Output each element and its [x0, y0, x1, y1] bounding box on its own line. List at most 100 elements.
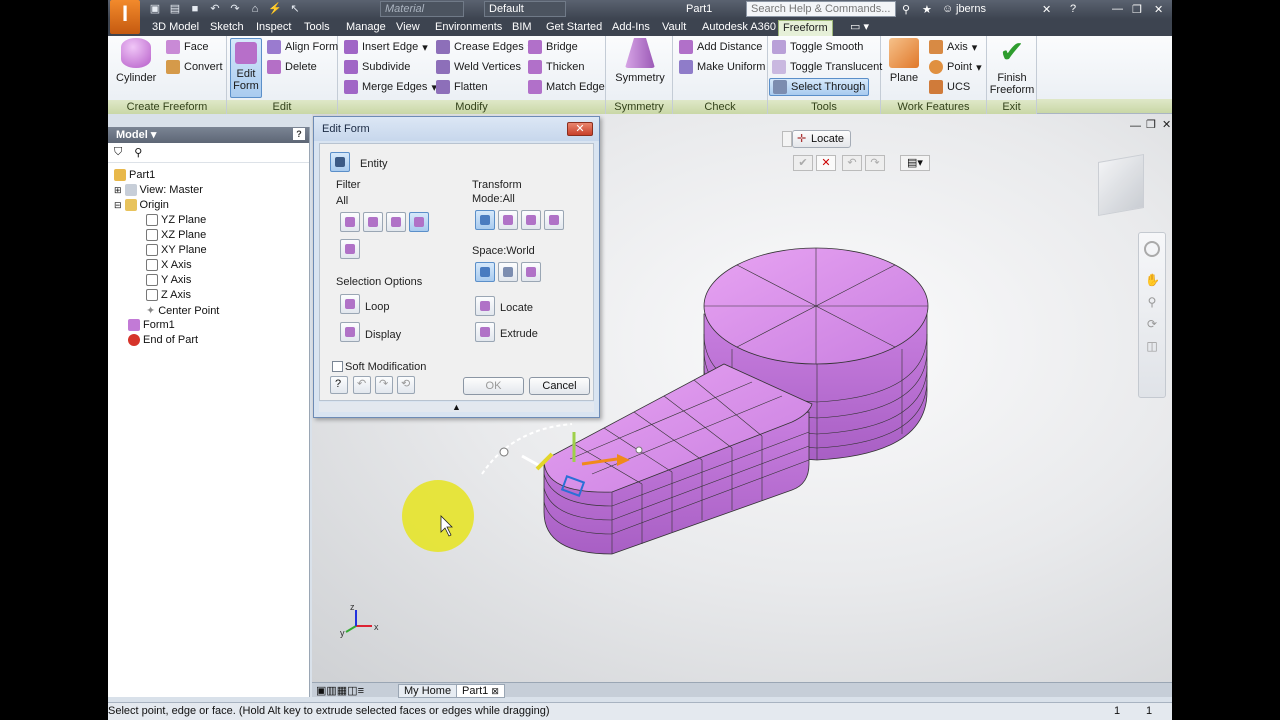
binoculars-icon[interactable]: ⚲	[902, 3, 910, 16]
tab-3d-model[interactable]: 3D Model	[148, 20, 203, 36]
filter-icon[interactable]: ⛉	[114, 146, 122, 159]
mode-rotate-button[interactable]	[521, 210, 541, 230]
dialog-help-button[interactable]: ?	[330, 376, 348, 394]
cylinder-button[interactable]: Cylinder	[116, 38, 156, 84]
undo-icon[interactable]: ↶	[842, 155, 862, 171]
add-distance-button[interactable]: Add Distance	[679, 38, 762, 56]
tab-my-home[interactable]: My Home	[398, 684, 458, 698]
orbit-icon[interactable]: ⟳	[1145, 317, 1159, 331]
dialog-close-button[interactable]: ✕	[567, 122, 593, 136]
close-window-icon[interactable]: ✕	[1154, 3, 1163, 16]
tab-sketch[interactable]: Sketch	[206, 20, 248, 36]
axis-button[interactable]: Axis ▾	[929, 38, 977, 56]
tab-freeform[interactable]: Freeform	[778, 20, 833, 36]
insert-edge-button[interactable]: Insert Edge ▾	[344, 38, 428, 56]
tree-item-end-of-part[interactable]: End of Part	[128, 334, 198, 346]
filter-body-button[interactable]	[409, 212, 429, 232]
ok-button[interactable]: OK	[463, 377, 524, 395]
weld-vertices-button[interactable]: Weld Vertices	[436, 58, 521, 76]
cancel-button[interactable]: Cancel	[529, 377, 590, 395]
zoom-icon[interactable]: ⚲	[1145, 295, 1159, 309]
tree-item-xy-plane[interactable]: XY Plane	[146, 244, 207, 256]
mode-all-button[interactable]	[475, 210, 495, 230]
mini-toolbar-grip[interactable]	[782, 131, 792, 147]
tree-item-origin[interactable]: ⊟ Origin	[114, 199, 169, 211]
minimize-icon[interactable]: —	[1112, 3, 1123, 15]
tab-add-ins[interactable]: Add-Ins	[608, 20, 654, 36]
convert-button[interactable]: Convert	[166, 58, 223, 76]
tab-manage[interactable]: Manage	[342, 20, 390, 36]
mode-translate-button[interactable]	[498, 210, 518, 230]
redo-icon[interactable]: ↷	[228, 2, 242, 16]
match-edge-button[interactable]: Match Edge	[528, 78, 605, 96]
space-world-button[interactable]	[475, 262, 495, 282]
pan-icon[interactable]: ✋	[1145, 273, 1160, 287]
appearance-dropdown[interactable]: Default	[484, 1, 566, 17]
tree-item-z-axis[interactable]: Z Axis	[146, 289, 191, 301]
symmetry-button[interactable]: Symmetry	[612, 38, 668, 84]
expand-icon[interactable]: ⊞	[114, 185, 122, 196]
look-at-icon[interactable]: ◫	[1145, 339, 1159, 353]
tree-item-y-axis[interactable]: Y Axis	[146, 274, 191, 286]
space-local-button[interactable]	[521, 262, 541, 282]
help-icon[interactable]: ?	[1070, 3, 1076, 15]
help-icon[interactable]: ?	[293, 128, 305, 140]
tree-item-yz-plane[interactable]: YZ Plane	[146, 214, 206, 226]
make-uniform-button[interactable]: Make Uniform	[679, 58, 765, 76]
viewport-restore-icon[interactable]: ❐	[1146, 118, 1156, 131]
tab-options-icon[interactable]: ▭ ▾	[846, 20, 873, 36]
app-logo[interactable]: I	[110, 0, 140, 34]
thicken-button[interactable]: Thicken	[528, 58, 585, 76]
viewport-close-icon[interactable]: ✕	[1162, 118, 1171, 131]
locate-button[interactable]: ✛ Locate	[792, 130, 852, 148]
bridge-button[interactable]: Bridge	[528, 38, 578, 56]
new-icon[interactable]: ▣	[148, 2, 162, 16]
dialog-redo-button[interactable]: ↷	[375, 376, 393, 394]
user-name[interactable]: jberns	[956, 3, 986, 15]
tab-inspect[interactable]: Inspect	[252, 20, 295, 36]
finish-freeform-button[interactable]: ✔ Finish Freeform	[989, 38, 1035, 97]
merge-edges-button[interactable]: Merge Edges ▾	[344, 78, 437, 96]
locate-option-button[interactable]	[475, 296, 495, 316]
model-browser-header[interactable]: Model ▾ ?	[108, 127, 309, 143]
select-icon[interactable]: ↖	[288, 2, 302, 16]
steering-wheel-icon[interactable]	[1144, 241, 1160, 257]
crease-edges-button[interactable]: Crease Edges ▾	[436, 38, 533, 56]
help-search-input[interactable]: Search Help & Commands...	[746, 1, 896, 17]
options-dropdown-icon[interactable]: ▤▾	[900, 155, 930, 171]
tab-view[interactable]: View	[392, 20, 424, 36]
filter-vertex-button[interactable]	[340, 212, 360, 232]
tab-get-started[interactable]: Get Started	[542, 20, 606, 36]
delete-button[interactable]: Delete	[267, 58, 317, 76]
viewport-minimize-icon[interactable]: —	[1130, 120, 1141, 132]
soft-modification-checkbox[interactable]	[332, 361, 343, 372]
filter-edge-button[interactable]	[363, 212, 383, 232]
tab-environments[interactable]: Environments	[431, 20, 506, 36]
viewcube-icon[interactable]	[1098, 153, 1144, 217]
open-icon[interactable]: ▤	[168, 2, 182, 16]
restore-icon[interactable]: ❐	[1132, 3, 1142, 16]
point-button[interactable]: Point ▾	[929, 58, 982, 76]
edit-form-button[interactable]: Edit Form	[230, 38, 262, 98]
apply-icon[interactable]: ✔	[793, 155, 813, 171]
dialog-reset-button[interactable]: ⟲	[397, 376, 415, 394]
mode-scale-button[interactable]	[544, 210, 564, 230]
ucs-button[interactable]: UCS	[929, 78, 970, 96]
tab-part1[interactable]: Part1 ⊠	[456, 684, 505, 698]
user-icon[interactable]: ☺	[942, 3, 953, 15]
tree-item-xz-plane[interactable]: XZ Plane	[146, 229, 206, 241]
binoculars-icon[interactable]: ⚲	[134, 146, 142, 159]
plane-button[interactable]: Plane	[887, 38, 921, 84]
tab-vault[interactable]: Vault	[658, 20, 690, 36]
toggle-smooth-button[interactable]: Toggle Smooth	[772, 38, 863, 56]
filter-all-button[interactable]	[340, 239, 360, 259]
tree-item-view-master[interactable]: ⊞ View: Master	[114, 184, 203, 196]
tree-item-part1[interactable]: Part1	[114, 169, 155, 181]
loop-button[interactable]	[340, 294, 360, 314]
collapse-icon[interactable]: ⊟	[114, 200, 122, 211]
tree-item-x-axis[interactable]: X Axis	[146, 259, 192, 271]
material-dropdown[interactable]: Material	[380, 1, 464, 17]
home-icon[interactable]: ⌂	[248, 2, 262, 16]
tab-autodesk-a360[interactable]: Autodesk A360	[698, 20, 780, 36]
tab-bim[interactable]: BIM	[508, 20, 536, 36]
